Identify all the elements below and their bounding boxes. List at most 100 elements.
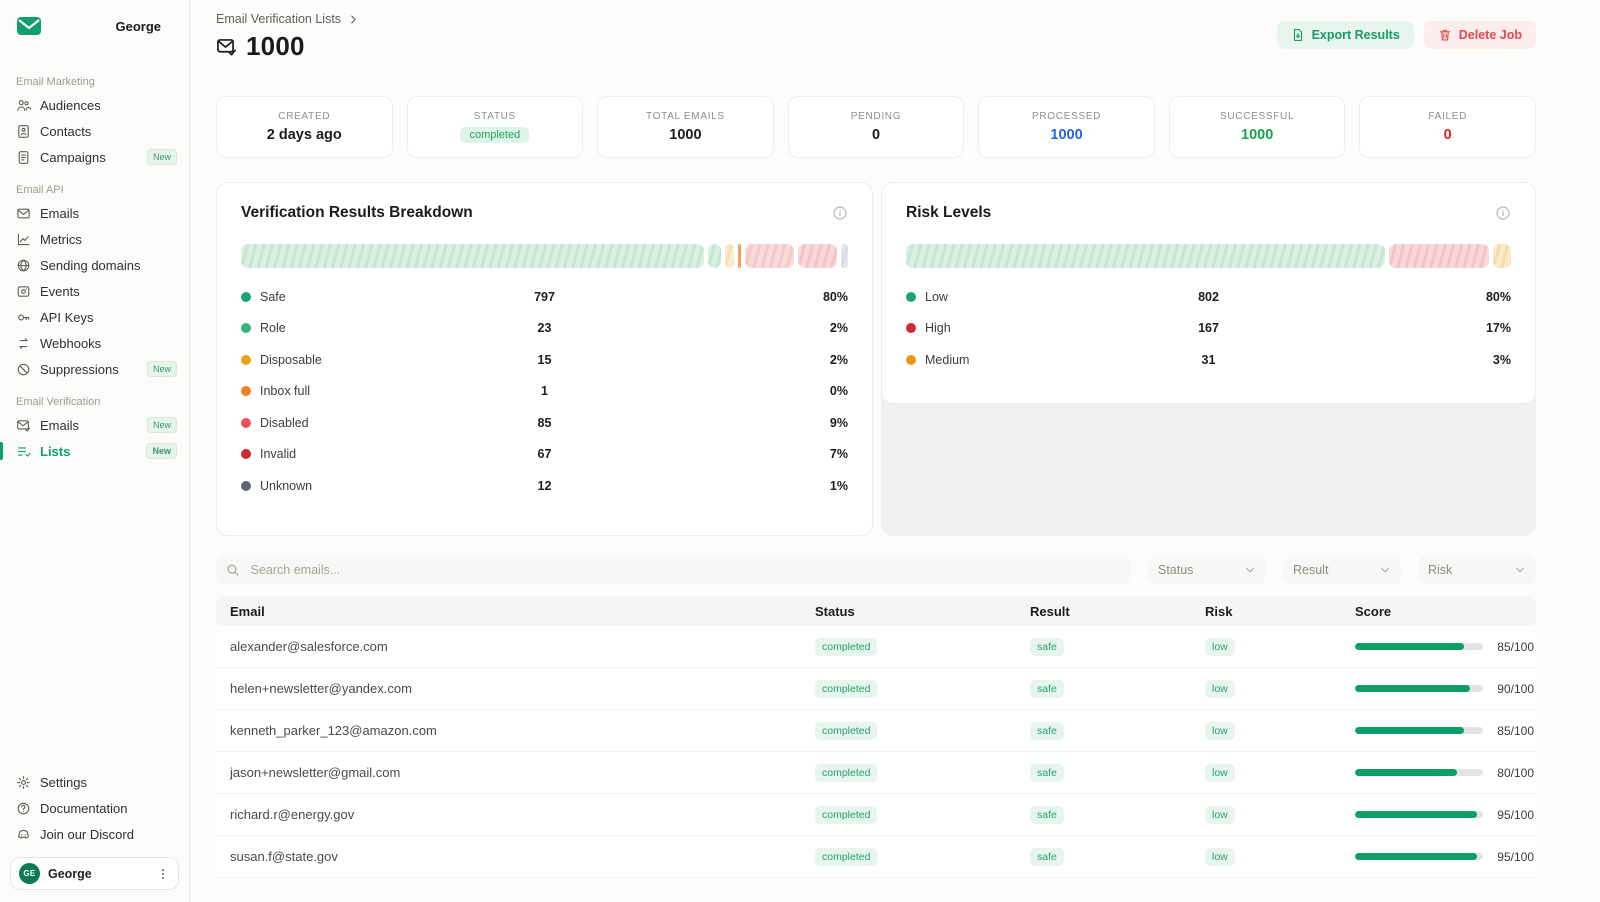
- export-results-button[interactable]: Export Results: [1277, 21, 1414, 49]
- new-badge: New: [147, 417, 177, 433]
- search-box[interactable]: [216, 556, 1131, 584]
- sidebar-item-campaigns[interactable]: CampaignsNew: [0, 144, 189, 170]
- risk-badge: low: [1205, 638, 1235, 656]
- score-progress-track: [1355, 727, 1483, 734]
- verification-breakdown-panel: Verification Results Breakdown Safe79780…: [216, 182, 873, 536]
- status-badge: completed: [815, 680, 877, 698]
- bar-segment-disabled: [745, 244, 794, 268]
- page-title: 1000: [246, 31, 305, 62]
- sidebar-item-audiences[interactable]: Audiences: [0, 92, 189, 118]
- score-value: 95/100: [1497, 808, 1534, 822]
- result-badge: safe: [1030, 806, 1064, 824]
- score-value: 85/100: [1497, 724, 1534, 738]
- sidebar-item-label: Events: [40, 284, 80, 299]
- filter-dropdown-risk[interactable]: Risk: [1418, 556, 1536, 584]
- table-row[interactable]: susan.f@state.govcompletedsafelow95/100: [216, 836, 1536, 878]
- sidebar-item-settings[interactable]: Settings: [10, 769, 179, 795]
- webhooks-icon: [16, 336, 31, 351]
- stat-label: CREATED: [278, 111, 330, 122]
- filter-dropdown-result[interactable]: Result: [1283, 556, 1401, 584]
- status-badge: completed: [815, 806, 877, 824]
- sidebar-item-label: Webhooks: [40, 336, 101, 351]
- table-header: Email Status Result Risk Score: [216, 596, 1536, 626]
- email-cell: helen+newsletter@yandex.com: [230, 681, 412, 696]
- delete-job-button[interactable]: Delete Job: [1424, 21, 1536, 49]
- filter-dropdown-status[interactable]: Status: [1148, 556, 1266, 584]
- sidebar-item-label: Documentation: [40, 801, 127, 816]
- breadcrumb[interactable]: Email Verification Lists: [216, 12, 359, 26]
- score-progress-fill: [1355, 853, 1477, 860]
- sidebar-item-contacts[interactable]: Contacts: [0, 118, 189, 144]
- result-badge: safe: [1030, 638, 1064, 656]
- breadcrumb-label[interactable]: Email Verification Lists: [216, 12, 341, 26]
- chevron-down-icon: [1244, 564, 1256, 576]
- legend-row-safe: Safe79780%: [241, 281, 848, 313]
- panels-row: Verification Results Breakdown Safe79780…: [216, 182, 1536, 536]
- risk-panel-container: Risk Levels Low80280%High16717%Medium313…: [881, 182, 1536, 536]
- legend-row-role: Role232%: [241, 313, 848, 345]
- status-badge: completed: [815, 638, 877, 656]
- sidebar-header: George: [0, 12, 189, 40]
- table-row[interactable]: helen+newsletter@yandex.comcompletedsafe…: [216, 668, 1536, 710]
- risk-badge: low: [1205, 722, 1235, 740]
- score-value: 80/100: [1497, 766, 1534, 780]
- stats-row: CREATED2 days agoSTATUScompletedTOTAL EM…: [216, 96, 1536, 158]
- sidebar-item-events[interactable]: Events: [0, 278, 189, 304]
- legend-dot: [241, 449, 251, 459]
- table-row[interactable]: jason+newsletter@gmail.comcompletedsafel…: [216, 752, 1536, 794]
- events-icon: [16, 284, 31, 299]
- legend-label: Unknown: [260, 479, 312, 493]
- sidebar-item-documentation[interactable]: Documentation: [10, 795, 179, 821]
- sidebar-item-webhooks[interactable]: Webhooks: [0, 330, 189, 356]
- stat-card-total-emails: TOTAL EMAILS1000: [597, 96, 774, 158]
- document-icon: [16, 150, 31, 165]
- risk-panel-title: Risk Levels: [906, 204, 991, 222]
- info-icon[interactable]: [1495, 205, 1511, 221]
- more-options-icon[interactable]: [156, 867, 170, 881]
- legend-percent: 17%: [1309, 321, 1511, 335]
- score-progress-track: [1355, 643, 1483, 650]
- table-row[interactable]: kenneth_parker_123@amazon.comcompletedsa…: [216, 710, 1536, 752]
- user-menu-card[interactable]: GE George: [10, 857, 179, 890]
- info-icon[interactable]: [832, 205, 848, 221]
- chevron-right-icon: [348, 14, 359, 25]
- legend-percent: 2%: [646, 353, 848, 367]
- export-results-label: Export Results: [1312, 28, 1400, 42]
- legend-label: Disabled: [260, 416, 309, 430]
- score-value: 90/100: [1497, 682, 1534, 696]
- legend-row-low: Low80280%: [906, 281, 1511, 313]
- sidebar-item-emails[interactable]: Emails: [0, 200, 189, 226]
- workspace-name: George: [115, 19, 161, 34]
- sidebar-item-emails[interactable]: EmailsNew: [0, 412, 189, 438]
- sidebar-item-label: Join our Discord: [40, 827, 134, 842]
- bar-segment-high: [1389, 244, 1489, 268]
- legend-count: 167: [1108, 321, 1310, 335]
- stat-card-status: STATUScompleted: [407, 96, 584, 158]
- bar-segment-inbox-full: [738, 244, 741, 268]
- email-cell: alexander@salesforce.com: [230, 639, 388, 654]
- sidebar-item-join-our-discord[interactable]: Join our Discord: [10, 821, 179, 847]
- table-row[interactable]: alexander@salesforce.com completed safe low…: [216, 626, 1536, 668]
- section-label-email-api: Email API: [0, 184, 189, 196]
- section-label-email-marketing: Email Marketing: [0, 76, 189, 88]
- sidebar-item-metrics[interactable]: Metrics: [0, 226, 189, 252]
- app-logo-envelope-icon: [16, 13, 42, 39]
- score-progress-track: [1355, 811, 1483, 818]
- sidebar-item-suppressions[interactable]: SuppressionsNew: [0, 356, 189, 382]
- email-cell: richard.r@energy.gov: [230, 807, 354, 822]
- score-progress-track: [1355, 853, 1483, 860]
- search-input[interactable]: [249, 562, 1121, 578]
- sidebar-item-lists[interactable]: ListsNew: [0, 438, 189, 464]
- dropdown-label: Risk: [1428, 563, 1452, 577]
- sidebar-item-api-keys[interactable]: API Keys: [0, 304, 189, 330]
- envelope-check-icon: [216, 36, 237, 57]
- stat-value: 1000: [669, 127, 701, 143]
- stat-label: STATUS: [474, 111, 516, 122]
- avatar: GE: [19, 863, 40, 884]
- sidebar-item-sending-domains[interactable]: Sending domains: [0, 252, 189, 278]
- stat-value: 0: [872, 127, 880, 143]
- dropdown-label: Result: [1293, 563, 1328, 577]
- main-content: Email Verification Lists 1000: [190, 0, 1600, 902]
- stat-card-pending: PENDING0: [788, 96, 965, 158]
- table-row[interactable]: richard.r@energy.govcompletedsafelow95/1…: [216, 794, 1536, 836]
